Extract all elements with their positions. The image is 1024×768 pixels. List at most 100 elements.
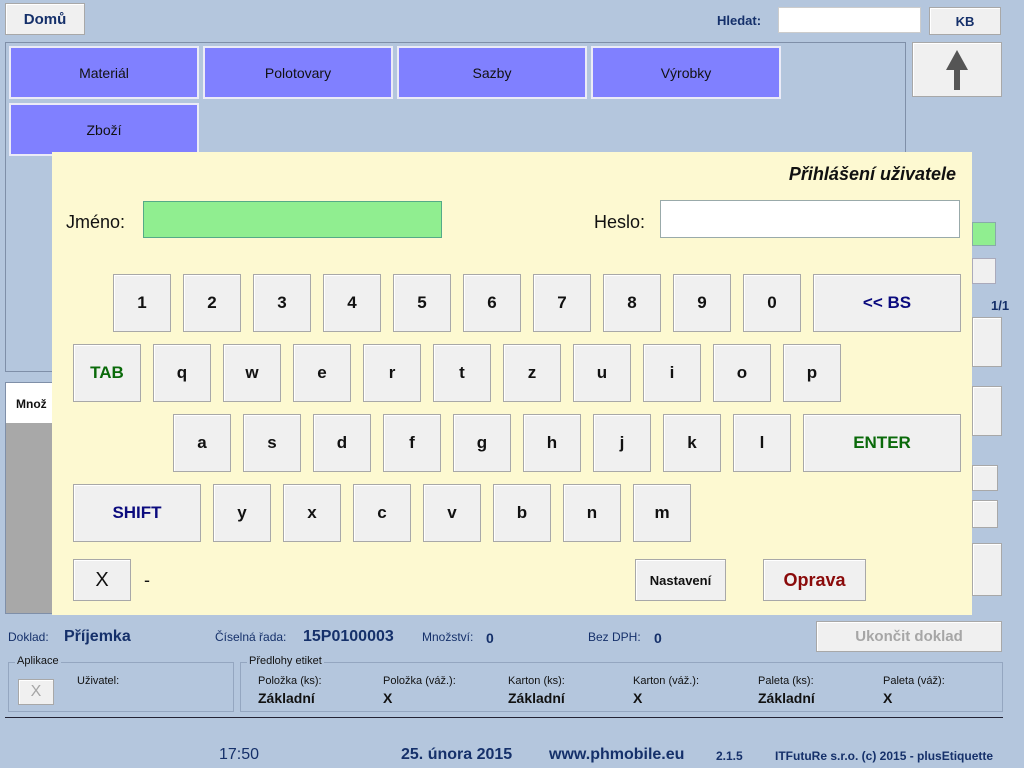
keyboard-button[interactable]: KB xyxy=(929,7,1001,35)
search-input[interactable] xyxy=(778,7,921,33)
key-t[interactable]: t xyxy=(433,344,491,402)
right-nav-button-3[interactable] xyxy=(972,465,998,491)
key-x[interactable]: x xyxy=(283,484,341,542)
right-nav-button-4[interactable] xyxy=(972,500,998,528)
item-pcs-label: Položka (ks): xyxy=(258,675,322,687)
up-button[interactable] xyxy=(912,42,1002,97)
key-z[interactable]: z xyxy=(503,344,561,402)
key-a[interactable]: a xyxy=(173,414,231,472)
qty-value: 0 xyxy=(486,630,494,646)
right-nav-button-1[interactable] xyxy=(972,317,1002,367)
carton-weight-label: Karton (váž.): xyxy=(633,675,700,687)
doc-label: Doklad: xyxy=(8,630,49,644)
key-p[interactable]: p xyxy=(783,344,841,402)
category-sets[interactable]: Sazby xyxy=(397,46,587,99)
key-n[interactable]: n xyxy=(563,484,621,542)
key-2[interactable]: 2 xyxy=(183,274,241,332)
fix-button[interactable]: Oprava xyxy=(763,559,866,601)
qty-label: Množství: xyxy=(422,630,474,644)
finish-document-button[interactable]: Ukončit doklad xyxy=(816,621,1002,652)
status-dash: - xyxy=(144,570,150,590)
key-y[interactable]: y xyxy=(213,484,271,542)
key-3[interactable]: 3 xyxy=(253,274,311,332)
carton-pcs-value: Základní xyxy=(508,690,565,706)
app-close-button[interactable]: X xyxy=(18,679,54,705)
key-o[interactable]: o xyxy=(713,344,771,402)
pallet-weight-value: X xyxy=(883,690,893,706)
key-i[interactable]: i xyxy=(643,344,701,402)
search-label: Hledat: xyxy=(717,13,762,28)
nodph-value: 0 xyxy=(654,630,662,646)
label-templates-group: Předlohy etiket Položka (ks): Základní P… xyxy=(240,655,1003,712)
home-button[interactable]: Domů xyxy=(5,3,85,35)
item-pcs-value: Základní xyxy=(258,690,315,706)
category-goods[interactable]: Zboží xyxy=(9,103,199,156)
key-j[interactable]: j xyxy=(593,414,651,472)
footer-date: 25. února 2015 xyxy=(401,746,513,763)
series-value: 15P0100003 xyxy=(303,628,394,645)
label-templates-title: Předlohy etiket xyxy=(247,655,324,667)
quantity-column-header: Množ xyxy=(16,397,47,411)
key-f[interactable]: f xyxy=(383,414,441,472)
name-label: Jméno: xyxy=(66,212,126,232)
key-1[interactable]: 1 xyxy=(113,274,171,332)
enter-key[interactable]: ENTER xyxy=(803,414,961,472)
key-8[interactable]: 8 xyxy=(603,274,661,332)
key-e[interactable]: e xyxy=(293,344,351,402)
key-7[interactable]: 7 xyxy=(533,274,591,332)
application-group-title: Aplikace xyxy=(15,655,61,667)
pallet-pcs-label: Paleta (ks): xyxy=(758,675,814,687)
shift-key[interactable]: SHIFT xyxy=(73,484,201,542)
key-6[interactable]: 6 xyxy=(463,274,521,332)
application-group: Aplikace X Uživatel: xyxy=(8,655,234,712)
key-w[interactable]: w xyxy=(223,344,281,402)
dialog-title: Přihlášení uživatele xyxy=(788,164,956,184)
key-h[interactable]: h xyxy=(523,414,581,472)
key-v[interactable]: v xyxy=(423,484,481,542)
key-c[interactable]: c xyxy=(353,484,411,542)
pallet-pcs-value: Základní xyxy=(758,690,815,706)
name-input[interactable] xyxy=(143,201,442,238)
settings-button[interactable]: Nastavení xyxy=(635,559,726,601)
key-k[interactable]: k xyxy=(663,414,721,472)
item-weight-value: X xyxy=(383,690,393,706)
key-q[interactable]: q xyxy=(153,344,211,402)
key-g[interactable]: g xyxy=(453,414,511,472)
category-material[interactable]: Materiál xyxy=(9,46,199,99)
footer-divider xyxy=(5,717,1003,718)
key-b[interactable]: b xyxy=(493,484,551,542)
key-m[interactable]: m xyxy=(633,484,691,542)
footer-time: 17:50 xyxy=(219,746,260,763)
key-u[interactable]: u xyxy=(573,344,631,402)
category-semi-products[interactable]: Polotovary xyxy=(203,46,393,99)
page-indicator: 1/1 xyxy=(991,298,1010,313)
password-label: Heslo: xyxy=(594,212,646,232)
footer-website: www.phmobile.eu xyxy=(549,746,685,763)
key-9[interactable]: 9 xyxy=(673,274,731,332)
key-4[interactable]: 4 xyxy=(323,274,381,332)
key-s[interactable]: s xyxy=(243,414,301,472)
status-indicator xyxy=(972,222,996,246)
password-input[interactable] xyxy=(660,200,960,238)
nodph-label: Bez DPH: xyxy=(588,630,641,644)
key-r[interactable]: r xyxy=(363,344,421,402)
login-dialog: Přihlášení uživatele Jméno: Heslo: 1 2 3… xyxy=(52,152,972,615)
series-label: Číselná řada: xyxy=(215,630,287,644)
key-l[interactable]: l xyxy=(733,414,791,472)
carton-pcs-label: Karton (ks): xyxy=(508,675,565,687)
right-nav-button-2[interactable] xyxy=(972,386,1002,436)
category-products[interactable]: Výrobky xyxy=(591,46,781,99)
key-5[interactable]: 5 xyxy=(393,274,451,332)
backspace-key[interactable]: << BS xyxy=(813,274,961,332)
tab-key[interactable]: TAB xyxy=(73,344,141,402)
arrow-up-icon xyxy=(946,49,968,90)
right-small-button[interactable] xyxy=(972,258,996,284)
right-nav-button-5[interactable] xyxy=(972,543,1002,596)
key-0[interactable]: 0 xyxy=(743,274,801,332)
user-label: Uživatel: xyxy=(77,675,120,687)
key-d[interactable]: d xyxy=(313,414,371,472)
carton-weight-value: X xyxy=(633,690,643,706)
item-weight-label: Položka (váž.): xyxy=(383,675,456,687)
close-button[interactable]: X xyxy=(73,559,131,601)
pallet-weight-label: Paleta (váž): xyxy=(883,675,945,687)
